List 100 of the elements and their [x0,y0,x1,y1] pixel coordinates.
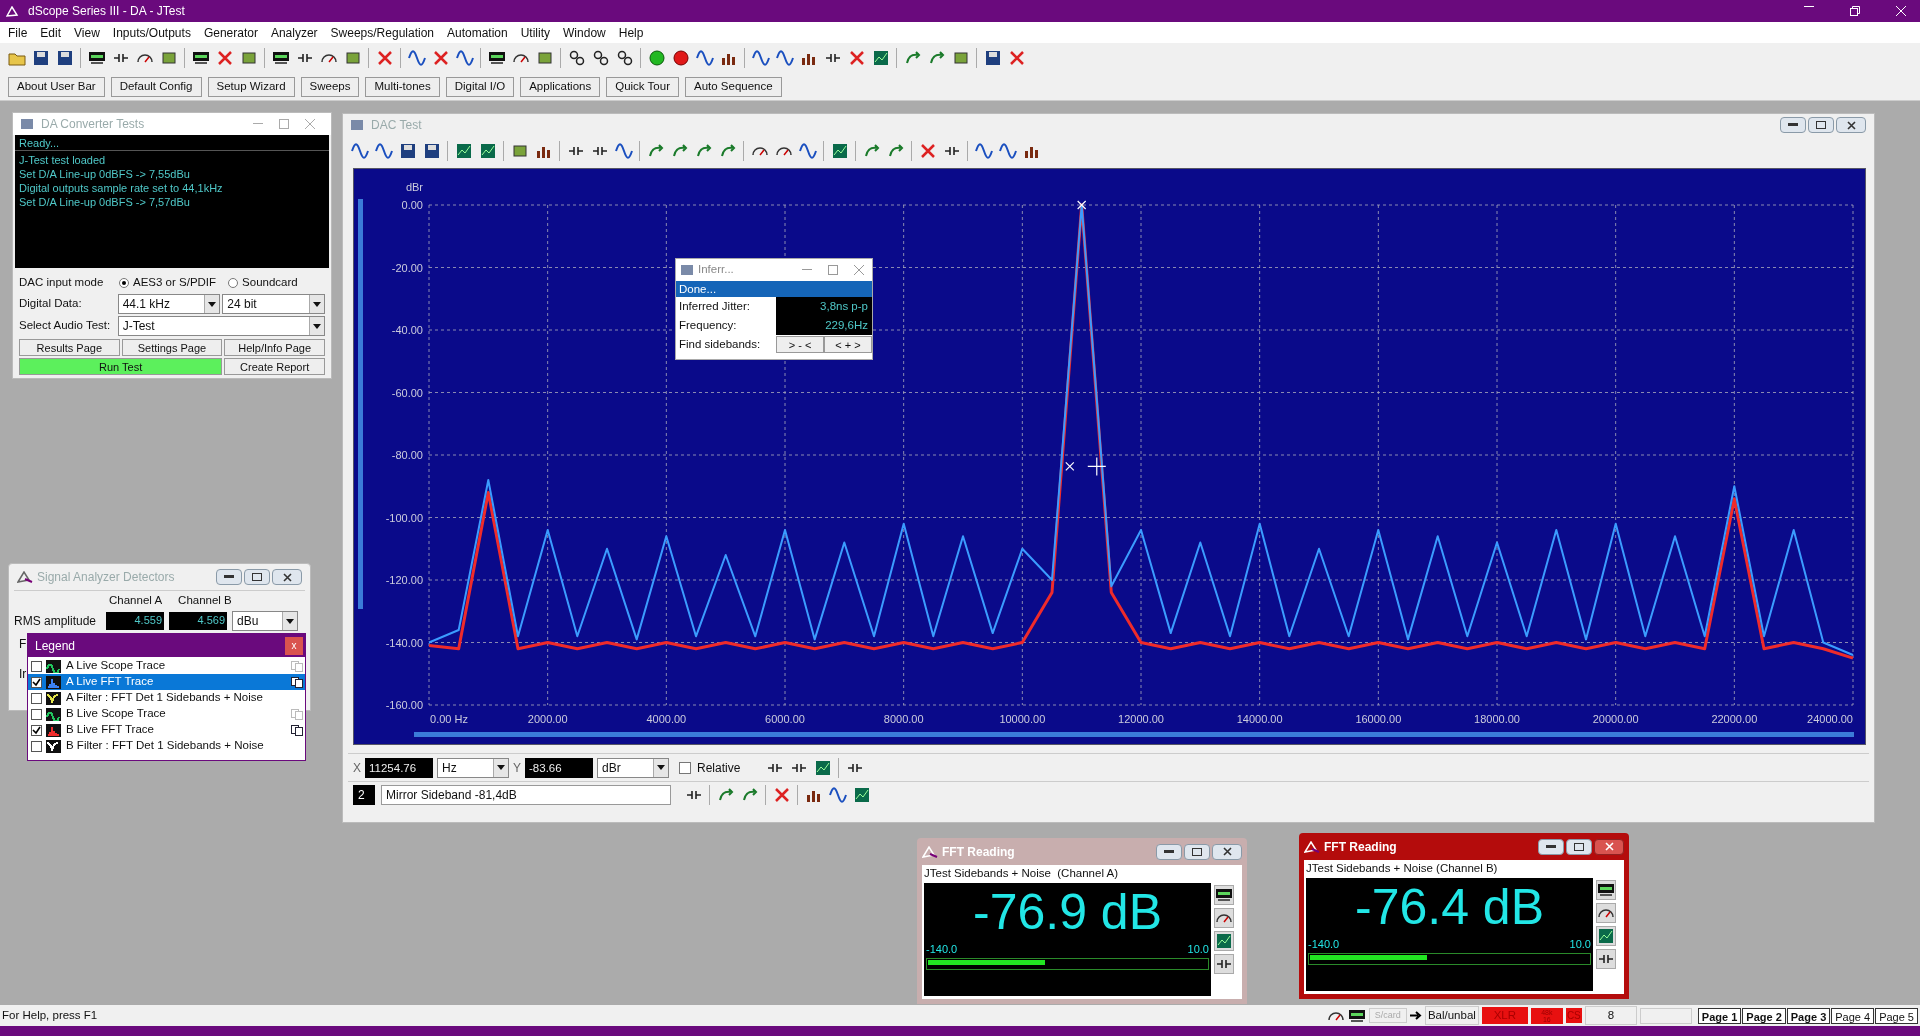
toolbar-button[interactable] [973,140,994,162]
checkbox[interactable] [31,724,42,736]
audio-test-dropdown[interactable]: J-Test [117,316,325,336]
cross-icon [772,785,791,804]
menu-item[interactable]: File [8,23,28,42]
page-button[interactable]: Create Report [224,358,325,375]
checkbox[interactable] [31,692,42,704]
toolbar-button[interactable] [997,140,1018,162]
legend-item[interactable]: A Live FFT Trace [28,674,305,690]
minimize-button[interactable] [216,569,242,585]
checkbox[interactable] [31,740,42,752]
wave-icon [751,49,770,67]
user-bar-button[interactable]: About User Bar [8,76,105,97]
maximize-icon[interactable] [828,265,838,275]
sideband-button[interactable]: < + > [824,336,872,353]
side-tool-button[interactable] [1214,908,1234,928]
close-button[interactable]: x [285,636,303,655]
copy-icon[interactable] [291,676,303,688]
row-label: RMS amplitude [14,613,98,630]
toolbar-button[interactable] [406,47,427,69]
legend-item[interactable]: B Filter : FFT Det 1 Sidebands + Noise [28,738,305,754]
close-button[interactable] [272,569,302,585]
y-unit-dropdown[interactable]: dBr [597,757,670,778]
menu-item[interactable]: Sweeps/Regulation [330,23,434,42]
toolbar-button[interactable] [750,47,771,69]
legend-item[interactable]: B Live Scope Trace [28,706,305,722]
bit-depth-dropdown[interactable]: 24 bit [222,294,325,314]
menu-item[interactable]: Help [618,23,644,42]
scroll-bar[interactable] [358,199,363,609]
menu-item[interactable]: Utility [520,23,551,42]
toolbar-button[interactable] [670,47,691,69]
toolbar-button[interactable] [373,140,394,162]
user-bar-button[interactable]: Digital I/O [445,76,515,97]
page-button[interactable]: Results Page [19,339,120,356]
window-title: Legend [35,637,76,655]
relative-checkbox[interactable]: Relative [679,758,741,777]
maximize-icon [1816,121,1826,129]
menu-item[interactable]: View [74,23,100,42]
maximize-button[interactable] [244,569,270,585]
side-tool-button[interactable] [1596,949,1616,969]
side-tool-button[interactable] [1596,903,1616,923]
close-button[interactable] [1836,117,1866,133]
checkbox[interactable] [31,676,42,688]
toolbar-button[interactable] [349,140,370,162]
maximize-button[interactable] [1566,838,1592,855]
close-button[interactable] [1212,843,1242,860]
user-bar-button[interactable]: Multi-tones [365,76,440,97]
wave-icon [775,49,794,67]
radio-option[interactable]: Soundcard [228,274,298,292]
marker-field[interactable]: Mirror Sideband -81,4dB [381,784,671,805]
page-tab[interactable]: Page 5 [1875,1007,1918,1024]
x-unit-dropdown[interactable]: Hz [437,757,509,778]
radio-option[interactable]: AES3 or S/PDIF [119,274,217,292]
minimize-button[interactable] [1538,838,1564,855]
toolbar-button[interactable] [694,47,715,69]
user-bar-button[interactable]: Quick Tour [606,76,679,97]
checkbox[interactable] [31,660,42,672]
copy-icon[interactable] [291,724,303,736]
side-tool-button[interactable] [1596,880,1616,900]
sample-rate-dropdown[interactable]: 44.1 kHz [117,294,221,314]
sideband-button[interactable]: > - < [776,336,824,353]
user-bar-button[interactable]: Sweeps [300,76,360,97]
dropdown-caret-icon [657,765,666,770]
toolbar-button[interactable] [797,140,818,162]
side-tool-button[interactable] [1214,954,1234,974]
menu-item[interactable]: Inputs/Outputs [112,23,191,42]
row-label: Ir [19,666,27,683]
legend-item[interactable]: A Filter : FFT Det 1 Sidebands + Noise [28,690,305,706]
page-tab[interactable]: Page 2 [1742,1007,1786,1024]
maximize-button[interactable] [1808,117,1834,133]
menu-item[interactable]: Window [563,23,606,42]
maximize-button[interactable] [1184,843,1210,860]
page-button[interactable]: Help/Info Page [224,339,325,356]
minimize-button[interactable] [1156,843,1182,860]
user-bar-button[interactable]: Default Config [110,76,202,97]
toolbar-button[interactable] [454,47,475,69]
checkbox[interactable] [31,708,42,720]
menu-item[interactable]: Analyzer [270,23,318,42]
page-tab[interactable]: Page 4 [1831,1007,1875,1024]
toolbar-button[interactable] [774,47,795,69]
menu-item[interactable]: Automation [447,23,508,42]
minimize-icon[interactable] [1804,6,1814,8]
user-bar-button[interactable]: Auto Sequence [685,76,782,97]
legend-item[interactable]: B Live FFT Trace [28,722,305,738]
page-button[interactable]: Settings Page [121,339,223,356]
menu-item[interactable]: Generator [203,23,258,42]
user-bar-button[interactable]: Applications [520,76,601,97]
page-tab[interactable]: Page 1 [1697,1007,1742,1024]
restore-icon[interactable] [1850,6,1860,16]
page-tab[interactable]: Page 3 [1786,1007,1831,1024]
minimize-button[interactable] [1780,117,1806,133]
user-bar-button[interactable]: Setup Wizard [207,76,295,97]
menu-item[interactable]: Edit [40,23,62,42]
side-tool-button[interactable] [1214,885,1234,905]
scroll-bar[interactable] [414,732,1854,737]
status-text: For Help, press F1 [2,1007,99,1023]
unit-dropdown[interactable]: dBu [232,611,298,631]
toolbar-button[interactable] [613,140,634,162]
run-test-button[interactable]: Run Test [19,358,223,375]
close-button[interactable] [1594,838,1624,855]
